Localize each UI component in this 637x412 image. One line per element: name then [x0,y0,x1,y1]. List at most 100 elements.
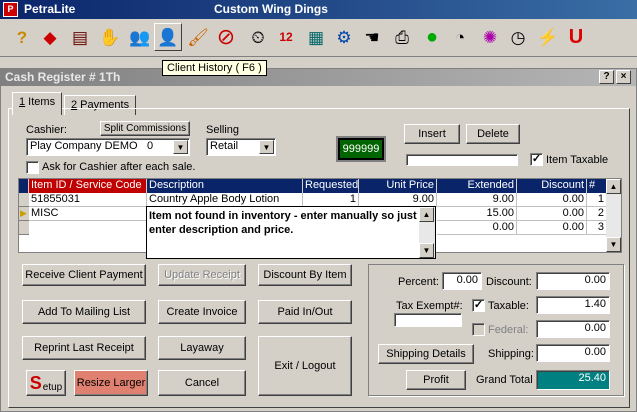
tools-icon[interactable]: ⚙ [330,23,358,51]
chevron-down-icon[interactable]: ▼ [173,140,188,154]
ledger-icon[interactable]: ▤ [66,23,94,51]
scroll-down-icon[interactable]: ▼ [606,237,621,252]
table-cell[interactable]: 0.00 [517,221,587,235]
item-not-found-note[interactable]: Item not found in inventory - enter manu… [146,206,436,259]
col-header-discount[interactable]: Discount [517,179,587,193]
brush-icon[interactable]: 🖌 [184,23,212,51]
discount-by-item-button[interactable]: Discount By Item [258,264,352,286]
layaway-button[interactable]: Layaway [158,336,246,360]
insert-button[interactable]: Insert [404,124,460,144]
item-not-found-message: Item not found in inventory - enter manu… [149,210,417,236]
lcd-display: 999999 [336,136,386,162]
delete-button[interactable]: Delete [466,124,520,144]
split-commissions-button[interactable]: Split Commissions [100,121,190,136]
app-title: Custom Wing Dings [214,2,328,16]
create-invoice-button[interactable]: Create Invoice [158,300,246,324]
ask-cashier-checkbox[interactable] [26,161,39,174]
green-circle-icon[interactable]: ● [418,23,446,51]
col-header-requested[interactable]: Requested [303,179,359,193]
tax-exempt-label: Tax Exempt#: [396,300,463,312]
printer-icon[interactable]: ⎙ [388,23,416,51]
table-cell[interactable]: 0.00 [517,193,587,207]
help-button[interactable]: ? [599,70,614,84]
col-header-unit-price[interactable]: Unit Price [359,179,437,193]
people-icon[interactable]: 👥 [126,23,154,51]
profit-button[interactable]: Profit [406,370,466,390]
resize-larger-button[interactable]: Resize Larger [74,370,148,396]
grand-total-label: Grand Total [476,374,533,386]
scroll-up-icon[interactable]: ▲ [419,207,434,222]
shipping-details-button[interactable]: Shipping Details [378,344,474,364]
close-button[interactable]: × [616,70,631,84]
timer-icon[interactable]: ⏲ [244,23,272,51]
update-receipt-button[interactable]: Update Receipt [158,264,246,286]
table-cell[interactable]: 51855031 [29,193,147,207]
cashier-select[interactable]: Play Company DEMO 0 ▼ [26,138,190,156]
col-header-item-id[interactable]: Item ID / Service Code [29,179,147,193]
selling-select[interactable]: Retail ▼ [206,138,276,156]
taxable-checkbox[interactable]: ✓ [472,299,485,312]
row-selector[interactable] [19,221,29,235]
selling-label: Selling [206,124,240,136]
federal-checkbox[interactable] [472,323,485,336]
col-header-number[interactable]: # [587,179,607,193]
table-cell[interactable]: Country Apple Body Lotion [147,193,303,207]
note-scrollbar[interactable]: ▲ ▼ [419,207,435,258]
scroll-down-icon[interactable]: ▼ [419,243,434,258]
table-cell[interactable]: 0.00 [437,221,517,235]
client-history-tooltip: Client History ( F6 ) [162,60,267,76]
table-cell[interactable]: MISC [29,207,147,221]
table-cell[interactable]: 9.00 [359,193,437,207]
app-logo-icon: P [3,2,18,17]
table-cell[interactable]: 15.00 [437,207,517,221]
color-wheel-icon[interactable]: ✺ [476,23,504,51]
tax-exempt-input[interactable] [394,313,462,327]
setup-button[interactable]: S etup [26,370,66,396]
hand-open-icon[interactable]: ☚ [358,23,386,51]
no-entry-icon[interactable]: ⊘ [212,23,240,51]
col-header-description[interactable]: Description [147,179,303,193]
table-cell[interactable]: 2 [587,207,607,221]
tab-items[interactable]: 1 Items [12,92,63,115]
grid-header: Item ID / Service Code Description Reque… [19,179,607,193]
percent-input[interactable]: 0.00 [442,272,482,290]
cancel-button[interactable]: Cancel [158,370,246,396]
window-title-bar: Cash Register # 1Th ? × [1,69,636,86]
grid-scrollbar[interactable]: ▲ ▼ [606,179,621,252]
client-history-icon[interactable]: 👤 [154,23,182,51]
shipping-label: Shipping: [488,348,534,360]
reprint-last-receipt-button[interactable]: Reprint Last Receipt [22,336,146,360]
col-header-extended[interactable]: Extended [437,179,517,193]
item-taxable-checkbox[interactable]: ✓ [530,153,543,166]
lightning-icon[interactable]: ⚡ [534,23,562,51]
row-selector[interactable]: ▶ [19,207,29,221]
table-cell[interactable]: 3 [587,221,607,235]
item-search-input[interactable] [406,154,518,166]
shapes-icon[interactable]: ◆ [36,23,64,51]
item-taxable-label: Item Taxable [546,154,609,166]
discount-input[interactable]: 0.00 [536,272,610,290]
table-cell[interactable]: 1 [587,193,607,207]
clock-icon[interactable]: ◷ [504,23,532,51]
chevron-down-icon[interactable]: ▼ [259,140,274,154]
paid-in-out-button[interactable]: Paid In/Out [258,300,352,324]
help-icon[interactable]: ? [8,23,36,51]
calculator-icon[interactable]: ▦ [302,23,330,51]
calendar-icon[interactable]: 12 [272,23,300,51]
hand-stop-icon[interactable]: ✋ [96,23,124,51]
grand-total-value: 25.40 [536,370,610,390]
ask-cashier-label: Ask for Cashier after each sale. [42,161,196,173]
exit-logout-button[interactable]: Exit / Logout [258,336,352,396]
magnet-icon[interactable]: U [562,23,590,51]
add-to-mailing-list-button[interactable]: Add To Mailing List [22,300,146,324]
speedometer-icon[interactable]: ◔ [446,23,474,51]
table-cell[interactable]: 0.00 [517,207,587,221]
receive-client-payment-button[interactable]: Receive Client Payment [22,264,146,286]
shipping-input[interactable]: 0.00 [536,344,610,362]
taxable-input[interactable]: 1.40 [536,296,610,314]
scroll-up-icon[interactable]: ▲ [606,179,621,194]
federal-input[interactable]: 0.00 [536,320,610,338]
table-cell[interactable]: 9.00 [437,193,517,207]
table-cell[interactable]: 1 [303,193,359,207]
row-selector[interactable] [19,193,29,207]
